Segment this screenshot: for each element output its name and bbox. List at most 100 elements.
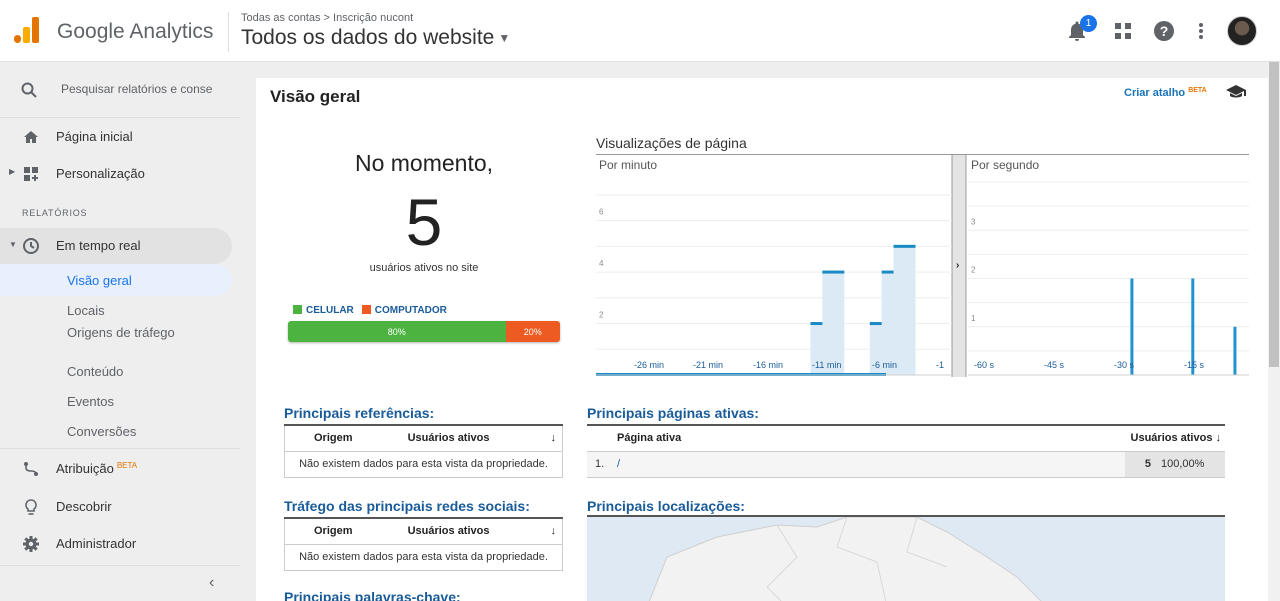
y-tick-label: 4: [599, 259, 604, 268]
table-header-row: Página ativa Usuários ativos ↓: [587, 424, 1225, 452]
table-row: Não existem dados para esta vista da pro…: [284, 451, 563, 478]
social-title[interactable]: Tráfego das principais redes sociais:: [284, 498, 530, 514]
sidebar-item-label: Descobrir: [56, 499, 112, 514]
property-name: Todos os dados do website: [241, 26, 495, 49]
col-active-users-label: Usuários ativos: [407, 432, 490, 445]
create-shortcut-link[interactable]: Criar atalho BETA: [1124, 87, 1207, 99]
sidebar: Pesquisar relatórios e conse Página inic…: [0, 62, 240, 601]
row-page-link[interactable]: /: [611, 451, 1125, 478]
sort-arrow-icon: ↓: [550, 432, 557, 445]
y-tick-label: 6: [599, 208, 604, 217]
chart-expand-arrow-icon[interactable]: ›: [956, 260, 959, 271]
pageviews-title: Visualizações de página: [596, 135, 747, 151]
home-icon: [24, 131, 38, 143]
page-scrollbar[interactable]: [1268, 62, 1280, 601]
sidebar-subitem-overview[interactable]: Visão geral: [67, 273, 132, 288]
social-table: Origem Usuários ativos ↓ Não existem dado…: [284, 517, 563, 571]
x-tick-label: -21 min: [693, 360, 723, 370]
chart-1-title: Por segundo: [971, 158, 1039, 172]
avatar[interactable]: [1227, 16, 1257, 46]
sidebar-footer: ‹: [0, 565, 240, 601]
bar-cap: [893, 244, 916, 248]
attribution-icon: [24, 462, 38, 476]
section-heading: RELATÓRIOS: [22, 208, 88, 218]
locations-title[interactable]: Principais localizações:: [587, 498, 745, 514]
x-tick-label: -11 min: [812, 360, 841, 370]
dashboard-icon: [24, 167, 38, 181]
referrals-table: Origem Usuários ativos ↓ Não existem dado…: [284, 424, 563, 478]
table-header-row: Origem Usuários ativos ↓: [284, 424, 563, 452]
sidebar-item-customization[interactable]: ▶ Personalização: [0, 156, 240, 192]
sidebar-subitem-events[interactable]: Eventos: [67, 394, 114, 409]
analytics-logo-icon[interactable]: [14, 17, 40, 45]
sidebar-item-label: Personalização: [56, 166, 145, 181]
col-active-users[interactable]: Usuários ativos ↓: [1125, 424, 1225, 452]
x-tick-label: -30 s: [1114, 360, 1135, 370]
col-active-page[interactable]: Página ativa: [611, 424, 1125, 452]
legend-desktop: COMPUTADOR: [361, 305, 447, 316]
sidebar-item-realtime-row[interactable]: ▼ Em tempo real: [0, 228, 240, 264]
sidebar-subitem-content[interactable]: Conteúdo: [67, 364, 123, 379]
sidebar-subitem-traffic-sources[interactable]: Origens de tráfego: [67, 325, 177, 341]
map-land: [648, 517, 1042, 601]
sidebar-item-admin[interactable]: Administrador: [0, 526, 240, 562]
col-active-users[interactable]: Usuários ativos ↓: [389, 517, 563, 545]
device-share-bar: 80% 20%: [288, 321, 560, 342]
bar: [1233, 326, 1237, 375]
property-selector[interactable]: Todos os dados do website ▼: [241, 26, 510, 50]
beta-badge: BETA: [116, 461, 138, 470]
col-active-users-label: Usuários ativos: [1130, 432, 1213, 445]
sidebar-item-label: Administrador: [56, 536, 137, 551]
help-icon[interactable]: ?: [1152, 19, 1176, 43]
active-pages-title[interactable]: Principais páginas ativas:: [587, 405, 759, 421]
sidebar-item-discover[interactable]: Descobrir: [0, 489, 240, 525]
svg-text:?: ?: [1160, 23, 1169, 39]
y-tick-label: 2: [971, 266, 976, 275]
referrals-title[interactable]: Principais referências:: [284, 405, 434, 421]
col-active-users-label: Usuários ativos: [407, 525, 490, 538]
col-rank: [587, 424, 611, 452]
keywords-title[interactable]: Principais palavras-chave:: [284, 589, 461, 601]
table-row[interactable]: 1. / 5 100,00%: [587, 451, 1225, 478]
attribution-label: Atribuição: [56, 461, 114, 476]
clock-icon: [23, 238, 39, 254]
gear-icon: [23, 536, 39, 552]
search-icon: [21, 82, 37, 98]
collapse-sidebar-icon[interactable]: ‹: [209, 574, 214, 592]
breadcrumb[interactable]: Todas as contas > Inscrição nucont: [241, 12, 413, 24]
x-tick-label: -45 s: [1044, 360, 1065, 370]
col-source[interactable]: Origem: [284, 424, 390, 452]
y-tick-label: 3: [971, 217, 976, 226]
search-input[interactable]: Pesquisar relatórios e conse: [61, 82, 216, 96]
sidebar-subitem-conversions[interactable]: Conversões: [67, 424, 136, 439]
graduation-cap-icon[interactable]: [1226, 83, 1246, 99]
mobile-share-segment[interactable]: 80%: [288, 321, 506, 342]
col-active-users[interactable]: Usuários ativos ↓: [389, 424, 563, 452]
locations-map[interactable]: [587, 515, 1225, 601]
sort-arrow-icon: ↓: [550, 525, 557, 538]
app-header: Google Analytics Todas as contas > Inscr…: [0, 0, 1280, 62]
x-tick-label: -15 s: [1184, 360, 1205, 370]
col-source[interactable]: Origem: [284, 517, 390, 545]
active-pages-table: Página ativa Usuários ativos ↓ 1. / 5 10…: [587, 424, 1225, 478]
more-vertical-icon[interactable]: [1189, 19, 1213, 43]
sidebar-subitem-locations[interactable]: Locais: [67, 303, 105, 318]
row-rank: 1.: [587, 451, 611, 478]
sidebar-item-home[interactable]: Página inicial: [0, 119, 240, 155]
x-tick-label: -16 min: [753, 360, 783, 370]
apps-grid-icon[interactable]: [1111, 19, 1135, 43]
scrollbar-thumb[interactable]: [1269, 62, 1279, 367]
sidebar-divider: [0, 448, 240, 449]
x-tick-label: -60 s: [974, 360, 995, 370]
desktop-share-segment[interactable]: 20%: [505, 321, 560, 342]
sidebar-search[interactable]: Pesquisar relatórios e conse: [0, 62, 240, 118]
bar-area: [893, 246, 916, 375]
no-data-message: Não existem dados para esta vista da pro…: [284, 544, 563, 571]
legend-mobile: CELULAR: [293, 305, 354, 316]
sidebar-item-attribution[interactable]: Atribuição BETA: [0, 451, 240, 487]
active-users-count: 5: [405, 185, 443, 259]
active-users-caption: usuários ativos no site: [369, 262, 479, 274]
legend-mobile-label: CELULAR: [306, 305, 354, 316]
y-tick-label: 1: [971, 314, 976, 323]
sidebar-item-label: Em tempo real: [56, 238, 141, 253]
